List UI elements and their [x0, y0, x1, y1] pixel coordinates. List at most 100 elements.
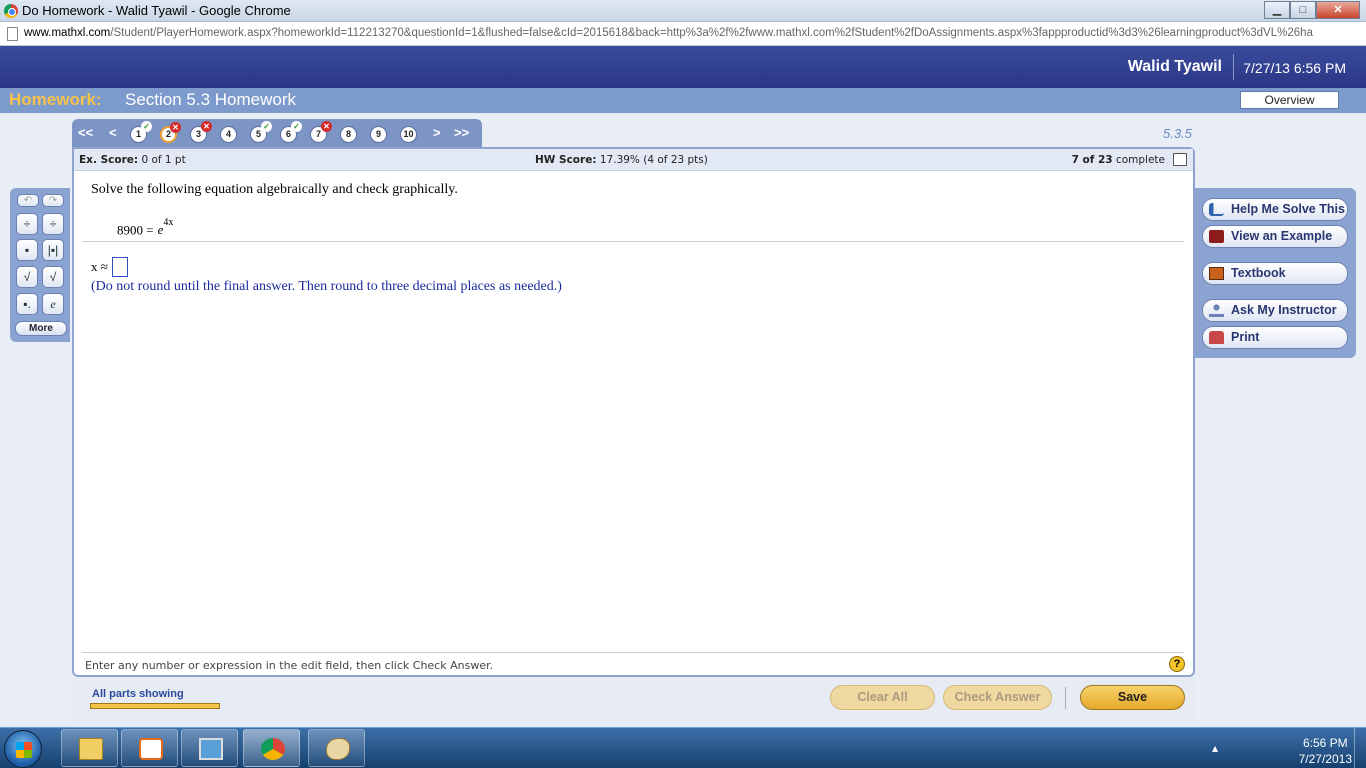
address-bar[interactable]: www.mathxl.com/Student/PlayerHomework.as… [0, 22, 1366, 46]
question-number: 5 [255, 129, 261, 139]
check-mark-icon: ✓ [141, 121, 152, 132]
textbook-label: Textbook [1231, 266, 1286, 280]
more-button[interactable]: More [15, 321, 67, 336]
question-1-button[interactable]: 1 ✓ [130, 121, 152, 143]
tools-panel: Help Me Solve This View an Example Textb… [1195, 188, 1356, 358]
check-answer-button[interactable]: Check Answer [943, 685, 1052, 710]
start-button[interactable] [4, 730, 42, 768]
action-bar: All parts showing Clear All Check Answer… [72, 677, 1195, 722]
question-7-button[interactable]: 7 ✕ [310, 121, 332, 143]
question-number: 7 [315, 129, 321, 139]
system-clock[interactable]: 6:56 PM 7/27/2013 [1299, 735, 1352, 767]
redo-button[interactable]: ↷ [42, 194, 64, 207]
homework-bar: Homework: Section 5.3 Homework Overview [0, 88, 1366, 113]
instructor-icon [1209, 304, 1224, 317]
book-icon [1209, 267, 1224, 280]
print-icon [1209, 331, 1224, 344]
header-separator [1233, 54, 1234, 80]
show-desktop-button[interactable] [1354, 728, 1366, 768]
homework-score-label: HW Score: [535, 154, 597, 166]
help-icon[interactable]: ? [1169, 656, 1185, 672]
first-question-button[interactable]: << [78, 125, 93, 140]
nth-root-button[interactable]: √ [42, 266, 64, 288]
question-8-button[interactable]: 8 [340, 126, 357, 143]
question-3-button[interactable]: 3 ✕ [190, 121, 212, 143]
fraction-button[interactable]: ÷ [16, 213, 38, 235]
question-2-button[interactable]: 2 ✕ [160, 122, 181, 143]
next-question-button[interactable]: > [433, 125, 441, 140]
exercise-score-value: 0 of 1 pt [141, 154, 186, 166]
close-button[interactable]: ✕ [1316, 1, 1360, 19]
tray-expand-icon[interactable]: ▴ [1212, 741, 1218, 755]
ask-instructor-label: Ask My Instructor [1231, 303, 1337, 317]
save-button[interactable]: Save [1080, 685, 1185, 710]
popout-icon[interactable] [1173, 153, 1187, 166]
taskbar-explorer[interactable] [61, 729, 118, 767]
question-6-button[interactable]: 6 ✓ [280, 121, 302, 143]
key-icon [1209, 203, 1224, 216]
completion-count: 7 of 23 [1071, 154, 1113, 166]
url-text[interactable]: www.mathxl.com/Student/PlayerHomework.as… [24, 27, 1364, 39]
site-header: Walid Tyawil 7/27/13 6:56 PM [0, 46, 1366, 88]
user-name: Walid Tyawil [1127, 58, 1222, 75]
x-mark-icon: ✕ [321, 121, 332, 132]
equation-exponent: 4x [163, 217, 174, 228]
minimize-button[interactable]: ▁ [1264, 1, 1290, 19]
check-mark-icon: ✓ [261, 121, 272, 132]
action-separator [1065, 687, 1066, 709]
print-label: Print [1231, 330, 1260, 344]
question-5-button[interactable]: 5 ✓ [250, 121, 272, 143]
taskbar-screen[interactable] [181, 729, 238, 767]
chrome-icon [261, 738, 285, 760]
taskbar-media-player[interactable] [121, 729, 178, 767]
clock-date: 7/27/2013 [1298, 752, 1352, 766]
help-me-solve-label: Help Me Solve This [1231, 202, 1345, 216]
equation-lhs: 8900 = [117, 222, 154, 238]
url-path: /Student/PlayerHomework.aspx?homeworkId=… [110, 27, 1313, 39]
e-constant-button[interactable]: e [42, 293, 64, 315]
question-number: 3 [195, 129, 201, 139]
question-prompt: Solve the following equation algebraical… [91, 182, 458, 197]
parts-showing-link[interactable]: All parts showing [92, 688, 184, 700]
question-number: 6 [285, 129, 291, 139]
answer-row: x ≈ [91, 257, 128, 277]
screen-icon [199, 738, 223, 760]
parts-progress-bar [90, 703, 220, 709]
header-datetime: 7/27/13 6:56 PM [1243, 60, 1346, 76]
decimal-button[interactable]: ▪. [16, 293, 38, 315]
question-10-button[interactable]: 10 [400, 126, 417, 143]
url-host: www.mathxl.com [24, 27, 111, 39]
taskbar-chrome[interactable] [243, 729, 300, 767]
equation: 8900 = e4x [117, 217, 173, 238]
mixed-fraction-button[interactable]: ÷ [42, 213, 64, 235]
hint-text: Enter any number or expression in the ed… [85, 659, 494, 672]
undo-button[interactable]: ↶ [17, 194, 39, 207]
textbook-button[interactable]: Textbook [1202, 262, 1348, 285]
example-icon [1209, 230, 1224, 243]
completion-label: complete [1115, 154, 1165, 166]
completion-status: 7 of 23 complete [1072, 154, 1165, 166]
question-9-button[interactable]: 9 [370, 126, 387, 143]
exponent-button[interactable]: ▪ [16, 239, 38, 261]
ask-instructor-button[interactable]: Ask My Instructor [1202, 299, 1348, 322]
square-root-button[interactable]: √ [16, 266, 38, 288]
maximize-button[interactable]: □ [1290, 1, 1316, 19]
answer-label: x ≈ [91, 259, 108, 274]
print-button[interactable]: Print [1202, 326, 1348, 349]
question-number: 10 [403, 129, 414, 139]
x-mark-icon: ✕ [170, 122, 181, 133]
absolute-value-button[interactable]: |▪| [42, 239, 64, 261]
last-question-button[interactable]: >> [454, 125, 469, 140]
homework-score: HW Score: 17.39% (4 of 23 pts) [535, 154, 708, 166]
view-example-button[interactable]: View an Example [1202, 225, 1348, 248]
view-example-label: View an Example [1231, 229, 1333, 243]
exercise-score: Ex. Score: 0 of 1 pt [79, 154, 186, 166]
help-me-solve-button[interactable]: Help Me Solve This [1202, 198, 1348, 221]
question-4-button[interactable]: 4 [220, 126, 237, 143]
answer-input[interactable] [111, 257, 128, 277]
taskbar-paint[interactable] [308, 729, 365, 767]
score-bar: Ex. Score: 0 of 1 pt HW Score: 17.39% (4… [74, 149, 1193, 171]
overview-button[interactable]: Overview [1240, 91, 1339, 109]
clear-all-button[interactable]: Clear All [830, 685, 935, 710]
prev-question-button[interactable]: < [109, 125, 117, 140]
